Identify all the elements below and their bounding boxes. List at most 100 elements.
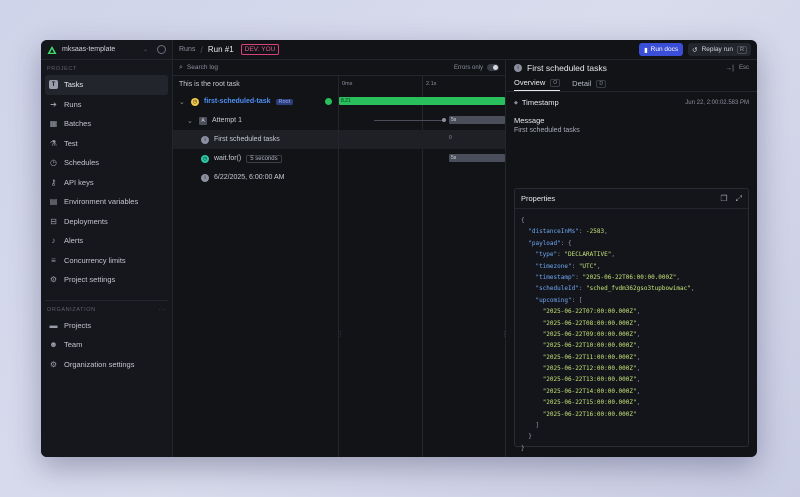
trace-panel: ⌕ Search log Errors only This is the roo… bbox=[173, 60, 508, 457]
trace-row-log[interactable]: i First scheduled tasks bbox=[173, 130, 338, 149]
json-timestamp: "2025-06-22T06:00:00.000Z" bbox=[582, 273, 677, 281]
chevron-down-icon[interactable]: ⌄ bbox=[187, 117, 194, 125]
timestamp-label: Timestamp bbox=[521, 98, 559, 107]
timeline-row-wait[interactable]: 5s bbox=[339, 149, 505, 168]
errors-only-label: Errors only bbox=[453, 64, 483, 71]
org-name: mksaas-template bbox=[62, 46, 116, 53]
timestamp-value: Jun 22, 2:00:02.583 PM bbox=[685, 99, 749, 106]
task-duration-bar: 8.21 bbox=[339, 97, 505, 105]
sidebar-item-deployments[interactable]: ⊟ Deployments bbox=[45, 212, 168, 232]
chevron-down-icon[interactable]: ⌄ bbox=[143, 46, 148, 53]
timestamp-row: ◆ Timestamp Jun 22, 2:00:02.583 PM bbox=[506, 92, 757, 107]
wait-label: wait.for() bbox=[214, 155, 242, 162]
message-value: First scheduled tasks bbox=[514, 127, 580, 134]
sidebar: mksaas-template ⌄ PROJECT T Tasks ➔ Runs… bbox=[41, 40, 173, 457]
breadcrumb-separator: / bbox=[200, 44, 203, 55]
properties-json: { "distanceInMs": -2583, "payload": { "t… bbox=[521, 217, 695, 452]
log-duration: 0 bbox=[449, 135, 452, 141]
attempt-duration-bar: 5s bbox=[449, 116, 505, 124]
detail-title: First scheduled tasks bbox=[527, 63, 607, 73]
divider bbox=[45, 299, 168, 301]
tick-0: 0ms bbox=[342, 81, 353, 87]
trace-row-task[interactable]: ⌄ ◷ first-scheduled-task Root bbox=[173, 92, 338, 111]
sidebar-item-runs[interactable]: ➔ Runs bbox=[45, 95, 168, 115]
folder-icon: ▬ bbox=[49, 320, 58, 330]
more-icon[interactable]: ··· bbox=[159, 307, 166, 313]
trace-row-attempt[interactable]: ⌄ A Attempt 1 bbox=[173, 111, 338, 130]
esc-key[interactable]: Esc bbox=[739, 65, 749, 71]
attempt-icon: A bbox=[199, 116, 207, 125]
tasks-icon: T bbox=[49, 80, 58, 90]
chevron-down-icon[interactable]: ⌄ bbox=[179, 98, 186, 106]
detail-tabs: Overview O Detail D bbox=[506, 76, 757, 92]
search-log-input[interactable]: Search log bbox=[187, 64, 450, 71]
json-upcoming-item: "2025-06-22T07:00:00.000Z" bbox=[542, 308, 637, 316]
json-distance: -2583 bbox=[586, 228, 605, 236]
app-window: mksaas-template ⌄ PROJECT T Tasks ➔ Runs… bbox=[41, 40, 757, 457]
info-icon: i bbox=[201, 135, 209, 144]
properties-card: Properties ❐ ⤢ { "distanceInMs": -2583, … bbox=[514, 188, 749, 452]
resize-handle[interactable]: ⋮ bbox=[337, 330, 344, 338]
json-upcoming-item: "2025-06-22T13:00:00.000Z" bbox=[542, 376, 637, 384]
sidebar-item-batches[interactable]: ▦ Batches bbox=[45, 114, 168, 134]
tab-overview[interactable]: Overview O bbox=[514, 78, 561, 91]
avatar[interactable] bbox=[157, 45, 166, 54]
timeline-row-log[interactable]: 0 bbox=[339, 130, 505, 149]
page-title: Run #1 bbox=[207, 45, 234, 54]
message-label: Message bbox=[514, 116, 545, 125]
json-upcoming-item: "2025-06-22T15:00:00.000Z" bbox=[542, 399, 637, 407]
properties-title: Properties bbox=[521, 194, 556, 203]
json-upcoming-item: "2025-06-22T14:00:00.000Z" bbox=[542, 387, 637, 395]
expand-icon[interactable]: ⤢ bbox=[736, 194, 742, 204]
detail-header: i First scheduled tasks →| Esc bbox=[506, 60, 757, 76]
trace-row-wait[interactable]: ◷ wait.for() 5 seconds bbox=[173, 149, 338, 168]
sidebar-item-project-settings[interactable]: ⚙ Project settings bbox=[45, 270, 168, 290]
clock-icon: ◷ bbox=[191, 97, 199, 106]
json-type: "DECLARATIVE" bbox=[564, 251, 612, 259]
collapse-panel-icon[interactable]: →| bbox=[725, 65, 734, 72]
sidebar-item-environment-variables[interactable]: ▤ Environment variables bbox=[45, 192, 168, 212]
project-section-title: PROJECT bbox=[47, 66, 77, 72]
sidebar-item-api-keys[interactable]: ⚷ API keys bbox=[45, 173, 168, 193]
batches-icon: ▦ bbox=[49, 119, 58, 129]
success-icon bbox=[325, 98, 332, 105]
run-docs-button[interactable]: ▮ Run docs bbox=[639, 43, 684, 56]
attempt-connector bbox=[374, 120, 444, 121]
timeline-row-attempt[interactable]: 5s bbox=[339, 111, 505, 130]
top-bar: Runs / Run #1 DEV: YOU ▮ Run docs ↺ Repl… bbox=[173, 40, 757, 60]
key-icon: ⚷ bbox=[50, 177, 57, 187]
sidebar-item-tasks[interactable]: T Tasks bbox=[45, 75, 168, 95]
deploy-icon: ⊟ bbox=[50, 216, 57, 226]
attempt-marker bbox=[442, 118, 446, 122]
sidebar-item-team[interactable]: ☻ Team bbox=[45, 335, 168, 355]
sidebar-item-concurrency-limits[interactable]: ≡ Concurrency limits bbox=[45, 251, 168, 271]
sidebar-item-organization-settings[interactable]: ⚙ Organization settings bbox=[45, 355, 168, 375]
sidebar-item-schedules[interactable]: ◷ Schedules bbox=[45, 153, 168, 173]
info-icon: i bbox=[514, 64, 522, 72]
json-upcoming-item: "2025-06-22T09:00:00.000Z" bbox=[542, 330, 637, 338]
timeline-header: 0ms 2.1s bbox=[339, 76, 505, 92]
properties-header: Properties ❐ ⤢ bbox=[515, 189, 748, 209]
diamond-icon: ◆ bbox=[514, 99, 518, 106]
detail-panel: i First scheduled tasks →| Esc Overview … bbox=[506, 60, 757, 457]
trigger-logo-icon bbox=[47, 45, 57, 54]
log-label: First scheduled tasks bbox=[214, 136, 280, 143]
gear-icon: ⚙ bbox=[49, 275, 58, 285]
errors-only-toggle[interactable] bbox=[487, 64, 499, 71]
sidebar-item-alerts[interactable]: ♪ Alerts bbox=[45, 231, 168, 251]
replay-run-button[interactable]: ↺ Replay run R bbox=[688, 43, 751, 56]
timeline-row-task[interactable]: 8.21 bbox=[339, 92, 505, 111]
json-timezone: "UTC" bbox=[578, 262, 597, 270]
org-switcher[interactable]: mksaas-template ⌄ bbox=[41, 40, 172, 60]
trace-row-date[interactable]: i 6/22/2025, 6:00:00 AM bbox=[173, 168, 338, 187]
task-name: first-scheduled-task bbox=[204, 98, 271, 105]
gear-icon: ⚙ bbox=[49, 359, 58, 369]
sidebar-item-test[interactable]: ⚗ Test bbox=[45, 134, 168, 154]
breadcrumb-runs[interactable]: Runs bbox=[179, 46, 195, 53]
shortcut-key: R bbox=[737, 45, 747, 54]
sidebar-item-projects[interactable]: ▬ Projects bbox=[45, 316, 168, 336]
copy-icon[interactable]: ❐ bbox=[720, 194, 727, 203]
search-icon: ⌕ bbox=[179, 63, 183, 71]
test-icon: ⚗ bbox=[49, 138, 58, 148]
tab-detail[interactable]: Detail D bbox=[572, 79, 606, 91]
